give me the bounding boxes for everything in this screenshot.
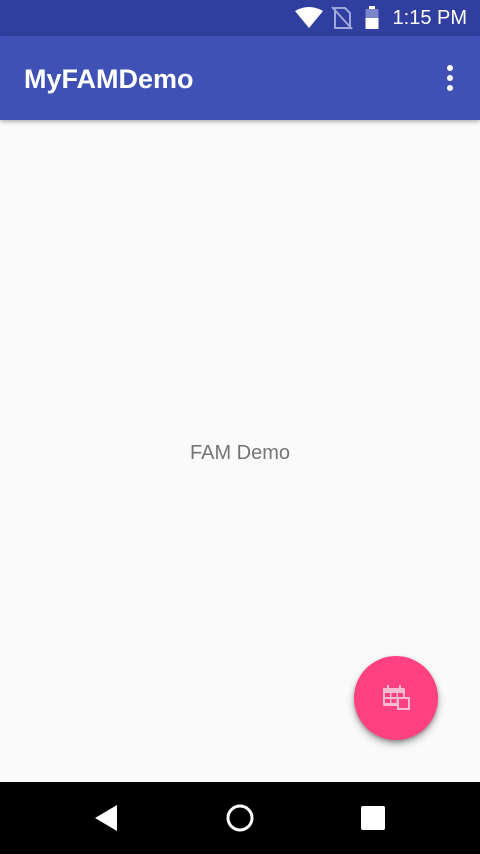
home-button[interactable]	[216, 794, 264, 842]
recents-button[interactable]	[349, 794, 397, 842]
no-sim-icon	[331, 6, 353, 30]
back-icon	[95, 805, 117, 831]
battery-icon	[365, 6, 379, 29]
recents-icon	[361, 806, 385, 830]
navigation-bar	[0, 782, 480, 854]
calendar-icon	[383, 685, 410, 710]
app-title: MyFAMDemo	[24, 64, 194, 94]
app-bar: MyFAMDemo	[0, 36, 480, 120]
floating-action-button[interactable]	[354, 656, 438, 740]
more-vert-icon	[447, 65, 453, 71]
home-icon	[226, 804, 254, 832]
wifi-icon	[295, 7, 323, 28]
back-button[interactable]	[82, 794, 130, 842]
status-bar: 1:15 PM	[0, 0, 480, 36]
overflow-menu-button[interactable]	[436, 60, 464, 96]
status-time: 1:15 PM	[392, 7, 467, 29]
center-text: FAM Demo	[189, 442, 291, 464]
